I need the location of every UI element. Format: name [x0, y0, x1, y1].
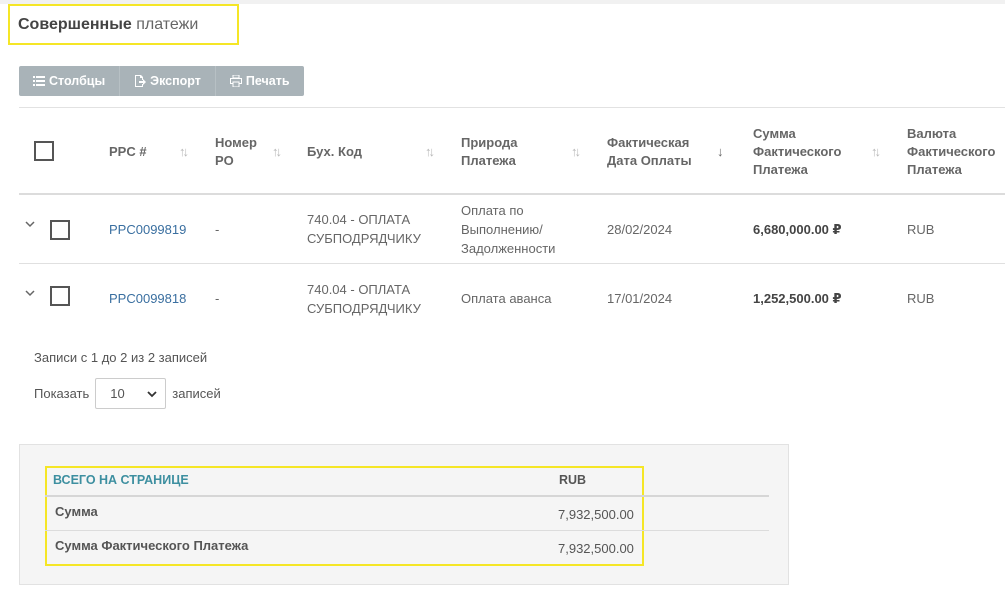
currency-cell: RUB: [907, 291, 935, 306]
show-label: Показать: [34, 386, 90, 401]
column-header-nature[interactable]: Природа Платежа: [461, 108, 561, 195]
columns-icon: [33, 76, 45, 86]
page-title: Совершенные платежи: [8, 4, 239, 45]
totals-row-value: 7,932,500.00: [558, 507, 634, 522]
records-info: Записи с 1 до 2 из 2 записей: [34, 350, 208, 365]
totals-currency: RUB: [559, 473, 587, 487]
divider: [45, 495, 769, 497]
table-row: PPC0099819 - 740.04 - ОПЛАТА СУБПОДРЯДЧИ…: [19, 195, 1005, 264]
totals-row-label: Сумма: [55, 504, 98, 519]
po-cell: -: [215, 291, 220, 306]
chevron-down-icon: [147, 390, 157, 397]
print-button-label: Печать: [245, 74, 290, 88]
date-cell: 28/02/2024: [607, 221, 673, 237]
column-header-ppc[interactable]: PPC #: [109, 108, 189, 195]
column-header-amount[interactable]: Сумма Фактического Платежа: [753, 108, 863, 195]
totals-heading: ВСЕГО НА СТРАНИЦЕ: [53, 473, 189, 487]
page-size-value: 10: [110, 386, 125, 401]
columns-button[interactable]: Столбцы: [19, 66, 119, 96]
page-totals-panel: ВСЕГО НА СТРАНИЦЕ RUB Сумма 7,932,500.00…: [19, 444, 789, 585]
print-button[interactable]: Печать: [214, 66, 304, 96]
nature-cell: Оплата аванса: [461, 291, 552, 306]
column-header-po[interactable]: Номер PO: [215, 108, 275, 195]
printer-icon: [229, 75, 242, 87]
page-totals-table: ВСЕГО НА СТРАНИЦЕ RUB Сумма 7,932,500.00…: [45, 466, 769, 566]
page-title-bold: Совершенные: [18, 16, 132, 33]
nature-cell: Оплата по Выполнению/ Задолженности: [461, 202, 556, 256]
totals-row-value: 7,932,500.00: [558, 541, 634, 556]
records-label: записей: [172, 386, 221, 401]
code-cell: 740.04 - ОПЛАТА СУБПОДРЯДЧИКУ: [307, 281, 421, 316]
columns-button-label: Столбцы: [49, 74, 106, 88]
select-all-checkbox[interactable]: [34, 141, 54, 161]
sort-icon[interactable]: ↑↓: [272, 144, 282, 159]
ppc-link[interactable]: PPC0099818: [109, 264, 209, 333]
page-title-rest: платежи: [136, 16, 199, 33]
export-icon: [135, 75, 147, 87]
chevron-down-icon[interactable]: [25, 219, 35, 229]
po-cell: -: [215, 221, 220, 237]
column-header-currency[interactable]: Валюта Фактического Платежа: [907, 108, 1005, 195]
totals-row-label: Сумма Фактического Платежа: [55, 538, 249, 553]
export-button[interactable]: Экспорт: [119, 66, 215, 96]
column-header-date[interactable]: Фактическая Дата Оплаты: [607, 108, 717, 195]
chevron-down-icon[interactable]: [25, 288, 35, 298]
column-header-code[interactable]: Бух. Код: [307, 108, 417, 195]
sort-icon[interactable]: ↑↓: [871, 144, 881, 159]
table-toolbar: Столбцы Экспорт Печать: [19, 66, 304, 96]
sort-icon[interactable]: ↑↓: [179, 144, 189, 159]
date-cell: 17/01/2024: [607, 291, 673, 306]
amount-cell: 1,252,500.00 ₽: [753, 291, 842, 306]
page-size-select[interactable]: 10: [95, 378, 167, 409]
sort-desc-icon[interactable]: ↓: [717, 144, 723, 159]
table-header: PPC # ↑↓ Номер PO ↑↓ Бух. Код ↑↓ Природа…: [19, 108, 1005, 195]
sort-icon[interactable]: ↑↓: [425, 144, 435, 159]
row-checkbox[interactable]: [50, 286, 70, 306]
divider: [45, 530, 769, 531]
payments-table: PPC # ↑↓ Номер PO ↑↓ Бух. Код ↑↓ Природа…: [19, 107, 1005, 333]
ppc-link[interactable]: PPC0099819: [109, 195, 209, 263]
amount-cell: 6,680,000.00 ₽: [753, 221, 842, 237]
sort-icon[interactable]: ↑↓: [571, 144, 581, 159]
table-row: PPC0099818 - 740.04 - ОПЛАТА СУБПОДРЯДЧИ…: [19, 264, 1005, 333]
export-button-label: Экспорт: [150, 74, 201, 88]
page-size-control: Показать 10 записей: [34, 378, 221, 409]
row-checkbox[interactable]: [50, 220, 70, 240]
code-cell: 740.04 - ОПЛАТА СУБПОДРЯДЧИКУ: [307, 212, 421, 246]
currency-cell: RUB: [907, 221, 935, 237]
